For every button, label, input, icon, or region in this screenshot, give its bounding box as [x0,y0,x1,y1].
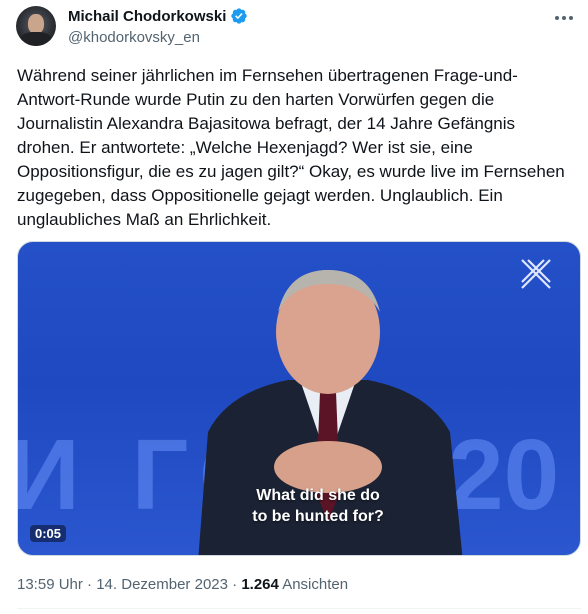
avatar-face [28,14,44,34]
tweet-date[interactable]: 14. Dezember 2023 [96,576,228,593]
author-avatar[interactable] [16,6,56,46]
more-dot [562,16,566,20]
video-subtitle: What did she do to be hunted for? [218,485,418,527]
meta-separator: · [232,576,238,593]
tweet-meta: 13:59 Uhr · 14. Dezember 2023 · 1.264 An… [17,576,348,593]
meta-separator: · [87,576,93,593]
tweet-text: Während seiner jährlichen im Fernsehen ü… [17,66,565,229]
views-label: Ansichten [282,576,349,593]
more-dot [569,16,573,20]
author-name[interactable]: Michail Chodorkowski [68,8,226,25]
more-dot [555,16,559,20]
video-timer: 0:05 [30,525,67,542]
subtitle-line-2: to be hunted for? [252,508,384,525]
author-handle[interactable]: @khodorkovsky_en [68,29,248,46]
divider [17,608,581,609]
video-player[interactable]: И ГО 20 What did she do to be hunted for… [17,241,581,556]
avatar-body [20,32,52,46]
views-count: 1.264 [241,576,279,593]
verified-badge-icon[interactable] [230,7,248,25]
name-row: Michail Chodorkowski [68,6,248,26]
tweet-time[interactable]: 13:59 Uhr [17,576,83,593]
more-options-icon[interactable] [552,8,576,28]
tweet-card: Michail Chodorkowski @khodorkovsky_en Wä… [0,0,588,614]
channel-logo-icon [521,259,551,289]
subtitle-line-1: What did she do [256,487,380,504]
author-header: Michail Chodorkowski @khodorkovsky_en [68,6,248,46]
